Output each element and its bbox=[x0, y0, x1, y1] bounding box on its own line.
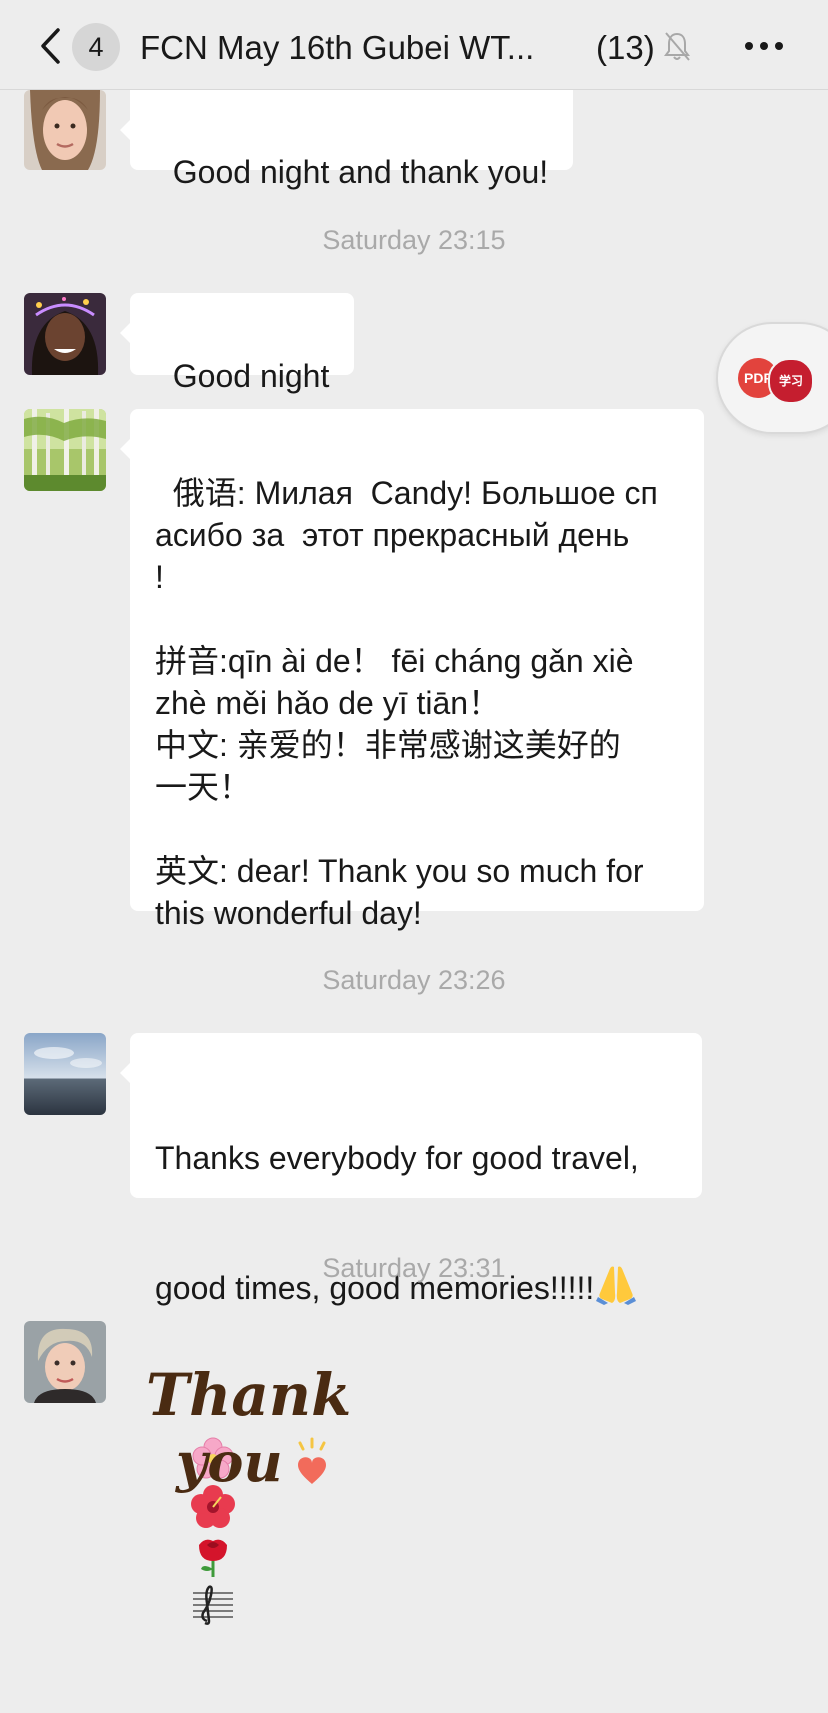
timestamp: Saturday 23:31 bbox=[322, 1253, 506, 1283]
unread-count-badge[interactable]: 4 bbox=[72, 23, 120, 71]
rose-icon bbox=[191, 1539, 235, 1578]
thank-you-sticker[interactable]: Thank you bbox=[140, 1345, 351, 1505]
svg-text:you: you bbox=[175, 1430, 283, 1494]
timestamp: Saturday 23:15 bbox=[322, 225, 506, 255]
floating-window-capsule[interactable]: PDF 学习 bbox=[716, 322, 828, 434]
avatar[interactable] bbox=[24, 409, 106, 491]
avatar[interactable] bbox=[24, 1033, 106, 1115]
bell-muted-icon bbox=[664, 32, 690, 61]
chevron-left-icon[interactable] bbox=[36, 27, 66, 65]
avatar[interactable] bbox=[24, 293, 106, 375]
member-count: (13) bbox=[596, 29, 655, 66]
chat-header: 4 FCN May 16th Gubei WT... (13) bbox=[0, 0, 828, 90]
avatar[interactable] bbox=[24, 90, 106, 170]
musical-score-icon bbox=[191, 1585, 235, 1626]
chat-title[interactable]: FCN May 16th Gubei WT... bbox=[140, 26, 560, 70]
message-text-line: Thanks everybody for good travel, bbox=[155, 1140, 639, 1176]
message-text: Good night bbox=[172, 358, 330, 394]
message-text: 俄语: Милая Candy! Большое сп асибо за это… bbox=[155, 475, 658, 931]
message-text: Good night and thank you! bbox=[172, 154, 549, 190]
message-bubble[interactable]: Good night and thank you! bbox=[119, 90, 574, 190]
study-app-icon[interactable]: 学习 bbox=[768, 358, 814, 404]
avatar[interactable] bbox=[24, 1321, 106, 1403]
sticker-text: Thank bbox=[146, 1361, 350, 1429]
message-bubble[interactable]: Good night bbox=[119, 293, 355, 479]
ellipsis-icon[interactable] bbox=[744, 38, 784, 54]
message-bubble[interactable]: Thanks everybody for good travel, good t… bbox=[120, 1033, 702, 1625]
message-bubble[interactable]: 俄语: Милая Candy! Большое сп асибо за это… bbox=[120, 409, 704, 931]
timestamp: Saturday 23:26 bbox=[322, 965, 506, 995]
